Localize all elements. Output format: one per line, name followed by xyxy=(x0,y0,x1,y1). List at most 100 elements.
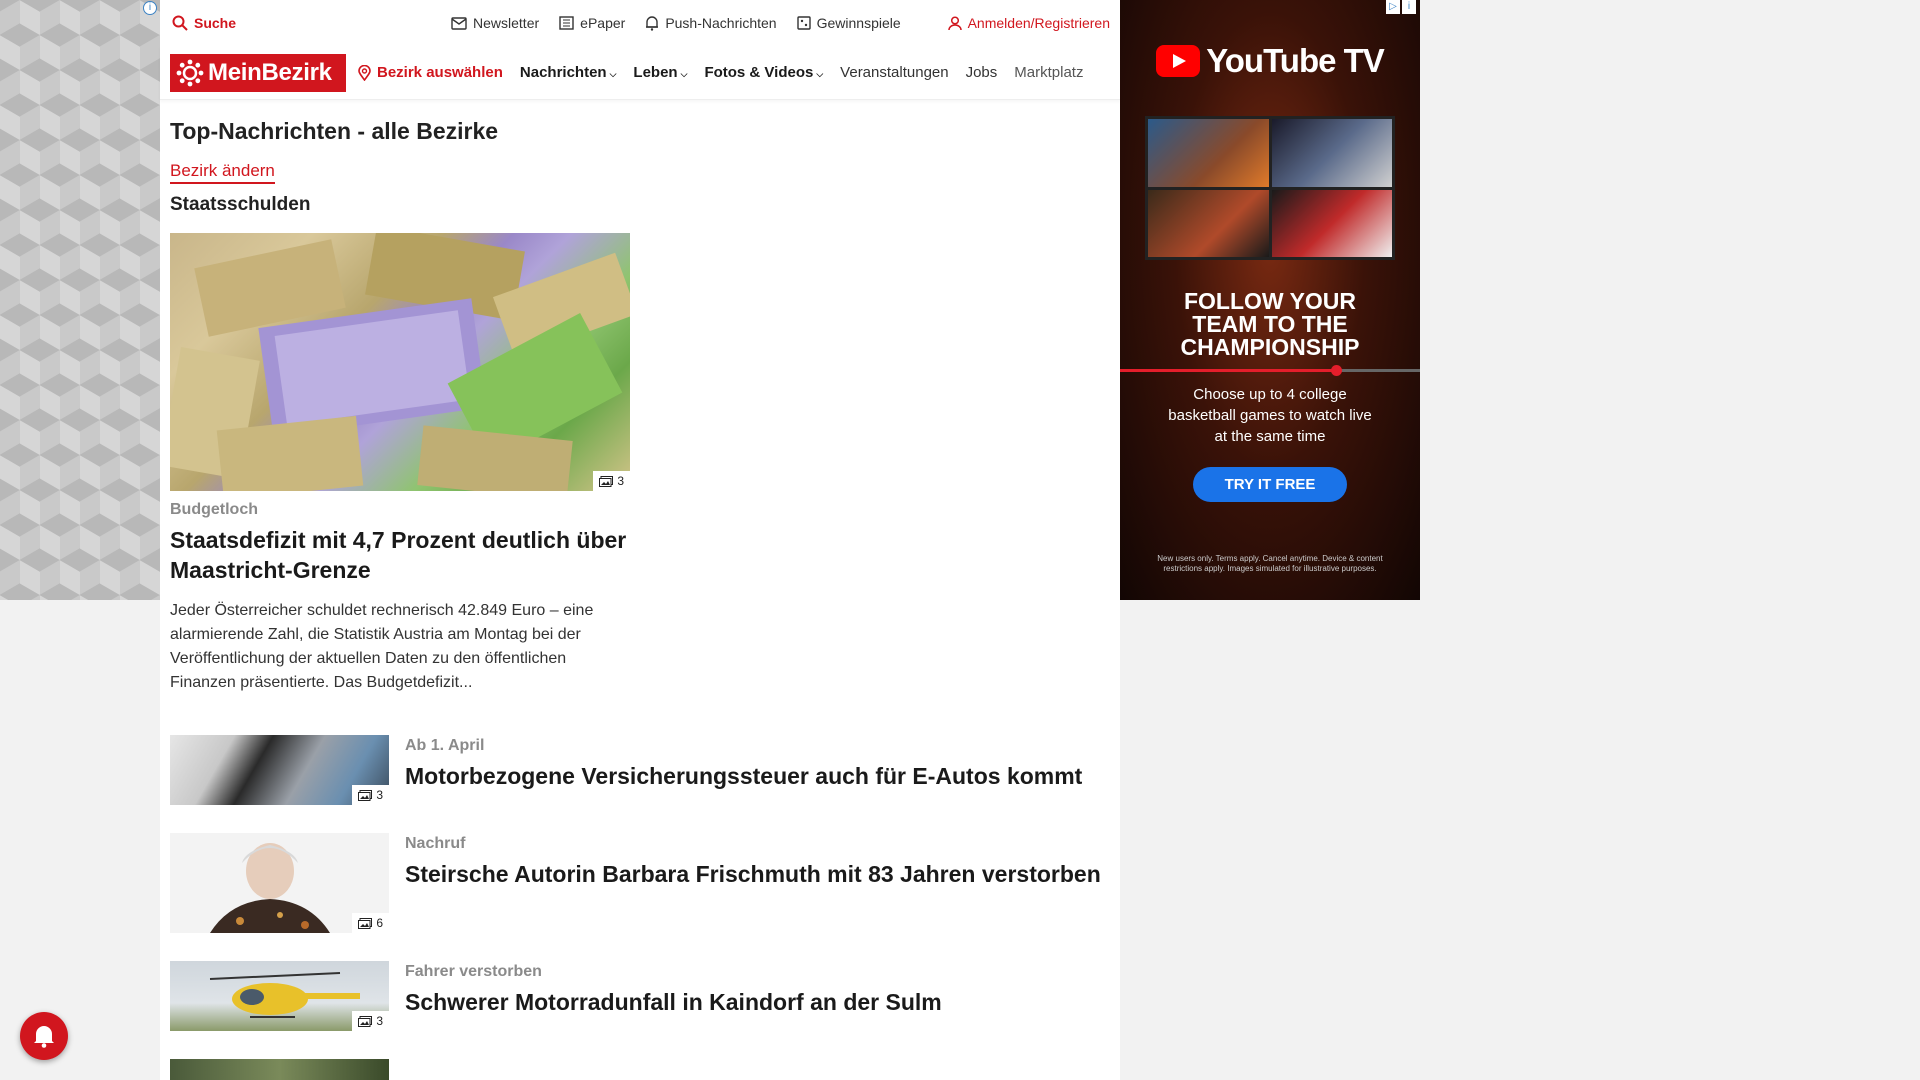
login-link[interactable]: Anmelden/Registrieren xyxy=(947,15,1110,31)
gift-icon xyxy=(796,16,811,30)
games-link[interactable]: Gewinnspiele xyxy=(796,15,901,31)
nav-item-veranstaltungen[interactable]: Veranstaltungen xyxy=(840,64,948,81)
search-label: Suche xyxy=(194,15,237,31)
ad-video-grid xyxy=(1145,116,1395,260)
article-list: 3 Ab 1. April Motorbezogene Versicherung… xyxy=(170,735,1110,1080)
main-column: Suche Newsletter ePaper Push-Nachrichten… xyxy=(160,0,1120,1080)
change-district-link[interactable]: Bezirk ändern xyxy=(170,161,275,184)
epaper-link[interactable]: ePaper xyxy=(559,15,625,31)
ad-fine-print: New users only. Terms apply. Cancel anyt… xyxy=(1157,554,1383,573)
top-links: Newsletter ePaper Push-Nachrichten Gewin… xyxy=(451,15,901,31)
article-thumbnail[interactable] xyxy=(170,1059,389,1080)
site-logo[interactable]: MeinBezirk xyxy=(170,53,346,92)
chevron-down-icon: ⌵ xyxy=(680,69,688,79)
feature-image[interactable]: 3 xyxy=(170,233,630,491)
logo-text: MeinBezirk xyxy=(208,58,332,86)
image-count: 3 xyxy=(376,788,383,802)
nav-item-jobs[interactable]: Jobs xyxy=(966,64,998,81)
image-count: 3 xyxy=(376,1014,383,1028)
top-bar: Suche Newsletter ePaper Push-Nachrichten… xyxy=(160,0,1120,46)
ad-info-icon[interactable]: i xyxy=(1402,0,1416,14)
ad-video-tile xyxy=(1271,119,1392,187)
login-label: Anmelden/Registrieren xyxy=(967,15,1110,31)
push-notifications-link[interactable]: Push-Nachrichten xyxy=(645,15,777,31)
image-count: 3 xyxy=(617,474,624,488)
article-thumbnail[interactable]: 6 xyxy=(170,833,389,933)
article-title[interactable]: Schwerer Motorradunfall in Kaindorf an d… xyxy=(405,987,942,1017)
article-kicker: Budgetloch xyxy=(170,501,258,518)
main-navigation: MeinBezirk Bezirk auswählen Nachrichten ⌵… xyxy=(160,46,1120,100)
list-item[interactable]: 3 Ab 1. April Motorbezogene Versicherung… xyxy=(170,735,1110,805)
push-label: Push-Nachrichten xyxy=(665,15,777,31)
article-thumbnail[interactable]: 3 xyxy=(170,961,389,1031)
ad-progress-bar xyxy=(1120,365,1420,376)
gallery-icon xyxy=(358,917,373,929)
article-teaser: Jeder Österreicher schuldet rechnerisch … xyxy=(170,602,594,691)
nav-item-marktplatz[interactable]: Marktplatz xyxy=(1014,64,1083,81)
location-pin-icon xyxy=(358,64,371,81)
ad-choices-icon[interactable]: ▷ xyxy=(1386,0,1400,14)
ad-video-tile xyxy=(1148,119,1269,187)
gallery-badge: 3 xyxy=(593,471,630,491)
ad-choices[interactable]: ▷ i xyxy=(1386,0,1416,14)
gallery-badge: 6 xyxy=(352,913,389,933)
ad-video-tile xyxy=(1148,189,1269,257)
list-item[interactable]: 3 Fahrer verstorben Schwerer Motorradunf… xyxy=(170,961,1110,1031)
page-title: Top-Nachrichten - alle Bezirke xyxy=(170,118,499,144)
article-title[interactable]: Staatsdefizit mit 4,7 Prozent deutlich ü… xyxy=(170,525,630,585)
article-thumbnail[interactable]: 3 xyxy=(170,735,389,805)
gallery-icon xyxy=(358,789,373,801)
select-district-button[interactable]: Bezirk auswählen xyxy=(358,64,503,81)
nav-item-label: Fotos & Videos xyxy=(704,64,814,81)
ad-cta-button[interactable]: TRY IT FREE xyxy=(1192,467,1348,502)
gallery-icon xyxy=(599,475,614,487)
gallery-icon xyxy=(358,1015,373,1027)
ad-progress-fill xyxy=(1120,369,1336,372)
search-button[interactable]: Suche xyxy=(172,15,236,31)
advertisement[interactable]: ▷ i YouTube TV FOLLOW YOUR TEAM TO THE C… xyxy=(1120,0,1420,600)
newsletter-label: Newsletter xyxy=(473,15,540,31)
nav-items: Bezirk auswählen Nachrichten ⌵ Leben ⌵ Fot… xyxy=(358,64,1103,81)
article-title[interactable]: Steirsche Autorin Barbara Frischmuth mit… xyxy=(405,859,1101,889)
article-kicker: Ab 1. April xyxy=(405,737,485,754)
chevron-down-icon: ⌵ xyxy=(609,69,617,79)
bell-icon xyxy=(646,15,659,31)
nav-item-nachrichten[interactable]: Nachrichten ⌵ xyxy=(520,64,617,81)
ad-info-icon[interactable]: i xyxy=(143,1,157,15)
search-icon xyxy=(172,15,188,31)
nav-item-fotos-videos[interactable]: Fotos & Videos ⌵ xyxy=(704,64,823,81)
ad-headline: FOLLOW YOUR TEAM TO THE CHAMPIONSHIP xyxy=(1180,288,1360,360)
chevron-down-icon: ⌵ xyxy=(816,69,824,79)
article-kicker: Nachruf xyxy=(405,835,466,852)
ad-progress-knob xyxy=(1331,365,1342,376)
image-count: 6 xyxy=(376,916,383,930)
background-pattern xyxy=(0,0,160,600)
nav-item-leben[interactable]: Leben ⌵ xyxy=(633,64,687,81)
section-title: Staatsschulden xyxy=(170,194,311,215)
money-illustration xyxy=(170,233,630,491)
nav-item-label: Nachrichten xyxy=(519,64,607,81)
ad-brand: YouTube TV xyxy=(1206,42,1385,79)
select-district-label: Bezirk auswählen xyxy=(377,64,503,81)
epaper-label: ePaper xyxy=(580,15,626,31)
gallery-badge: 3 xyxy=(352,1011,389,1031)
feature-article[interactable]: 3 Budgetloch Staatsdefizit mit 4,7 Proze… xyxy=(170,233,630,695)
article-kicker: Fahrer verstorben xyxy=(405,963,542,980)
mail-icon xyxy=(451,16,467,30)
games-label: Gewinnspiele xyxy=(816,15,901,31)
nav-item-label: Leben xyxy=(633,64,678,81)
notification-bell-icon xyxy=(34,1026,54,1048)
notification-bell-button[interactable] xyxy=(20,1012,68,1060)
list-item-partial[interactable] xyxy=(170,1059,1110,1080)
user-icon xyxy=(947,15,962,30)
gallery-badge: 3 xyxy=(352,785,389,805)
youtube-play-icon xyxy=(1156,45,1201,77)
ad-brand-logo: YouTube TV xyxy=(1120,42,1420,80)
newsletter-link[interactable]: Newsletter xyxy=(451,15,539,31)
logo-sun-icon xyxy=(176,59,204,86)
ad-subtext: Choose up to 4 college basketball games … xyxy=(1168,386,1372,445)
list-item[interactable]: 6 Nachruf Steirsche Autorin Barbara Fris… xyxy=(170,833,1110,933)
ad-video-tile xyxy=(1271,189,1392,257)
content-area: Top-Nachrichten - alle Bezirke Bezirk än… xyxy=(160,118,1120,1080)
article-title[interactable]: Motorbezogene Versicherungssteuer auch f… xyxy=(405,761,1082,791)
